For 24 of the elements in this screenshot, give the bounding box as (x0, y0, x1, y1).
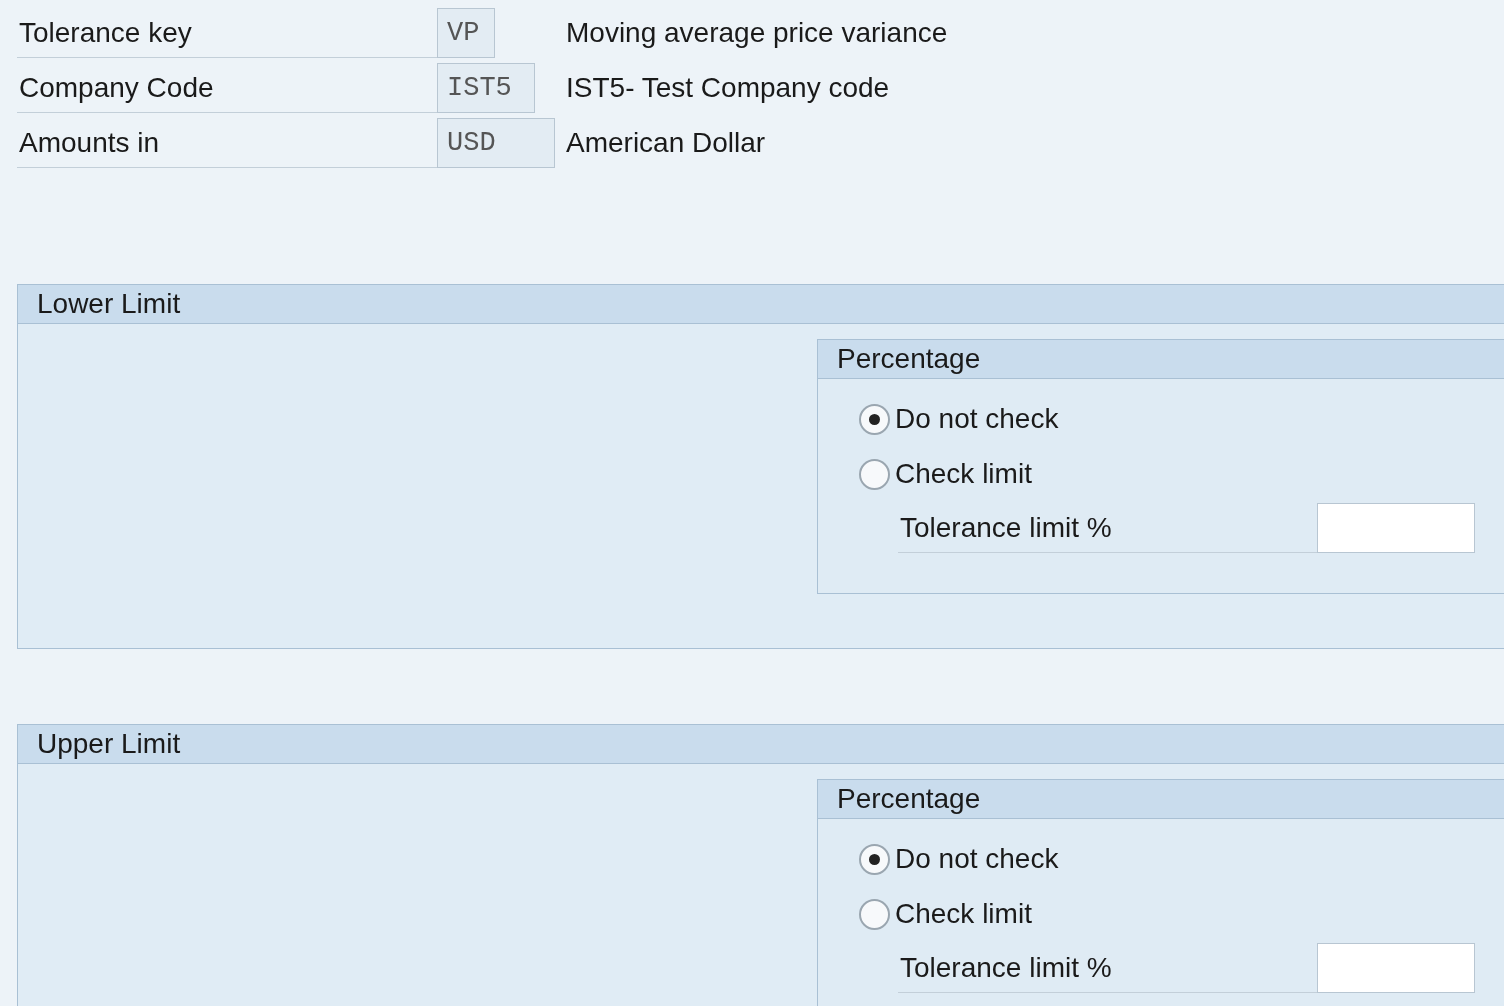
radio-label: Check limit (895, 457, 1032, 491)
radio-option[interactable]: Check limit (859, 458, 1032, 490)
subgroup-title: Percentage (818, 340, 1504, 379)
readonly-field[interactable]: USD (437, 118, 555, 168)
field-description: American Dollar (566, 126, 766, 160)
subgroup-title: Percentage (818, 780, 1504, 819)
radio-button[interactable] (859, 403, 890, 435)
radio-button[interactable] (859, 458, 890, 490)
radio-button[interactable] (859, 843, 890, 875)
radio-button[interactable] (859, 898, 890, 930)
readonly-field[interactable]: IST5 (437, 63, 535, 113)
radio-option[interactable]: Do not check (859, 843, 1059, 875)
radio-label: Do not check (895, 842, 1059, 876)
radio-label: Check limit (895, 897, 1032, 931)
input-field[interactable] (1317, 943, 1475, 993)
group-title: Lower Limit (18, 285, 1504, 324)
input-field[interactable] (1317, 503, 1475, 553)
field-description: Moving average price variance (566, 16, 948, 50)
radio-label: Do not check (895, 402, 1059, 436)
radio-option[interactable]: Check limit (859, 898, 1032, 930)
group-title: Upper Limit (18, 725, 1504, 764)
readonly-field[interactable]: VP (437, 8, 495, 58)
field-description: IST5- Test Company code (566, 71, 890, 105)
radio-option[interactable]: Do not check (859, 403, 1059, 435)
